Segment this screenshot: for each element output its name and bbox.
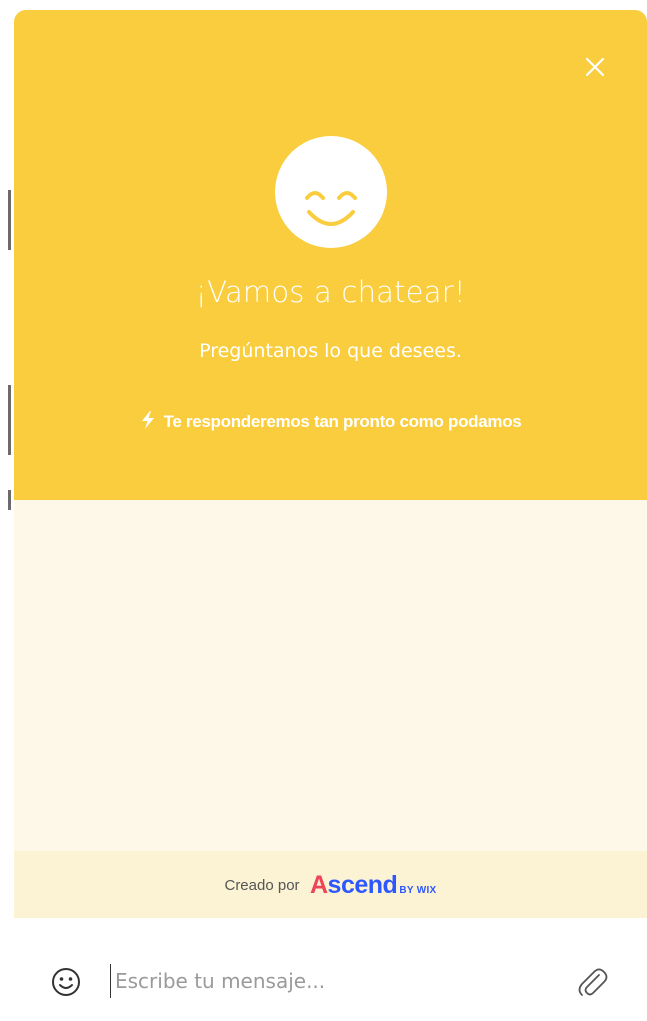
message-composer [14, 918, 647, 1021]
chat-header: ¡Vamos a chatear! Pregúntanos lo que des… [14, 10, 647, 500]
powered-by-bar: Creado por Ascend BY WIX [14, 851, 647, 918]
brand-suffix: BY WIX [399, 885, 437, 896]
brand-rest: scend [327, 871, 398, 899]
chat-title: ¡Vamos a chatear! [195, 275, 466, 309]
smiley-face-icon [275, 136, 387, 248]
chat-widget: ¡Vamos a chatear! Pregúntanos lo que des… [14, 10, 647, 1021]
close-button[interactable] [580, 52, 610, 82]
brand-first-letter: A [309, 871, 328, 899]
close-icon[interactable] [580, 52, 610, 82]
background-mark [8, 385, 11, 455]
message-input[interactable] [110, 964, 535, 998]
response-time-note: Te responderemos tan pronto como podamos [14, 410, 647, 432]
credit-prefix: Creado por [224, 877, 300, 894]
chat-subtitle: Pregúntanos lo que desees. [199, 340, 462, 362]
lightning-bolt-icon [141, 411, 154, 429]
attach-file-button[interactable] [572, 962, 612, 1002]
background-mark [8, 490, 11, 510]
background-mark [8, 190, 11, 250]
paperclip-icon[interactable] [572, 962, 612, 1002]
emoji-icon[interactable] [50, 966, 82, 998]
response-note-text: Te responderemos tan pronto como podamos [163, 412, 522, 431]
message-area [14, 500, 647, 851]
emoji-button[interactable] [50, 966, 82, 998]
ascend-logo[interactable]: Ascend BY WIX [310, 871, 437, 900]
